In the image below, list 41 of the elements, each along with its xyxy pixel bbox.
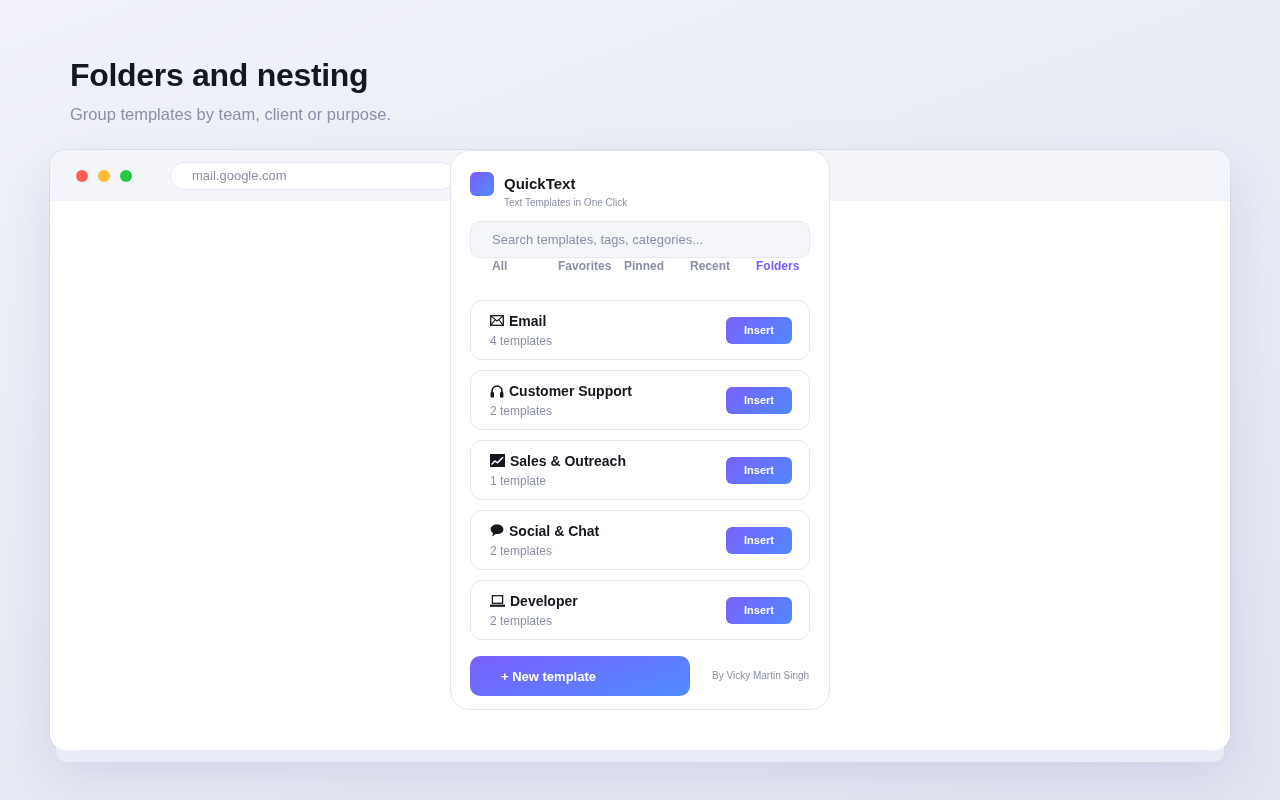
folder-card[interactable]: Developer 2 templates Insert bbox=[470, 580, 810, 640]
filter-tab[interactable]: Folders bbox=[756, 259, 800, 273]
folder-name: Email bbox=[509, 311, 547, 330]
page-heading: Folders and nesting bbox=[70, 57, 369, 93]
template-count: 2 templates bbox=[490, 542, 553, 559]
app-name: QuickText bbox=[504, 175, 576, 193]
headphones-icon bbox=[490, 383, 504, 398]
laptop-icon bbox=[490, 594, 505, 607]
filter-tab[interactable]: Pinned bbox=[624, 259, 664, 273]
search-field[interactable]: Search templates, tags, categories... bbox=[470, 221, 810, 258]
template-count: 2 templates bbox=[490, 402, 553, 419]
zoom-dot-icon[interactable] bbox=[120, 169, 132, 182]
insert-button[interactable]: Insert bbox=[726, 596, 792, 624]
filter-tab[interactable]: All bbox=[492, 259, 508, 273]
folder-name: Developer bbox=[510, 591, 578, 610]
folder-name: Customer Support bbox=[509, 381, 632, 400]
folder-card[interactable]: Email 4 templates Insert bbox=[470, 300, 810, 360]
app-tagline: Text Templates in One Click bbox=[504, 196, 628, 210]
folder-card[interactable]: Sales & Outreach 1 template Insert bbox=[470, 440, 810, 500]
template-count: 4 templates bbox=[490, 332, 553, 349]
speech-bubble-icon bbox=[490, 524, 504, 537]
folder-name: Social & Chat bbox=[509, 521, 600, 540]
insert-button[interactable]: Insert bbox=[726, 456, 792, 484]
logo-icon bbox=[470, 172, 494, 196]
filter-tab[interactable]: Favorites bbox=[558, 259, 612, 273]
filter-tab[interactable]: Recent bbox=[690, 259, 730, 273]
minimize-dot-icon[interactable] bbox=[98, 169, 110, 182]
template-count: 2 templates bbox=[490, 612, 553, 629]
template-count: 1 template bbox=[490, 472, 547, 489]
line-chart-icon bbox=[490, 454, 505, 467]
page-subheading: Group templates by team, client or purpose. bbox=[70, 104, 391, 124]
envelope-icon bbox=[490, 315, 504, 326]
close-dot-icon[interactable] bbox=[76, 169, 88, 182]
folder-name: Sales & Outreach bbox=[510, 451, 626, 470]
author-credit: By Vicky Martin Singh bbox=[712, 669, 810, 683]
insert-button[interactable]: Insert bbox=[726, 526, 792, 554]
new-template-button[interactable]: + New template bbox=[470, 656, 690, 696]
insert-button[interactable]: Insert bbox=[726, 386, 792, 414]
folder-card[interactable]: Customer Support 2 templates Insert bbox=[470, 370, 810, 430]
folder-card[interactable]: Social & Chat 2 templates Insert bbox=[470, 510, 810, 570]
insert-button[interactable]: Insert bbox=[726, 316, 792, 344]
